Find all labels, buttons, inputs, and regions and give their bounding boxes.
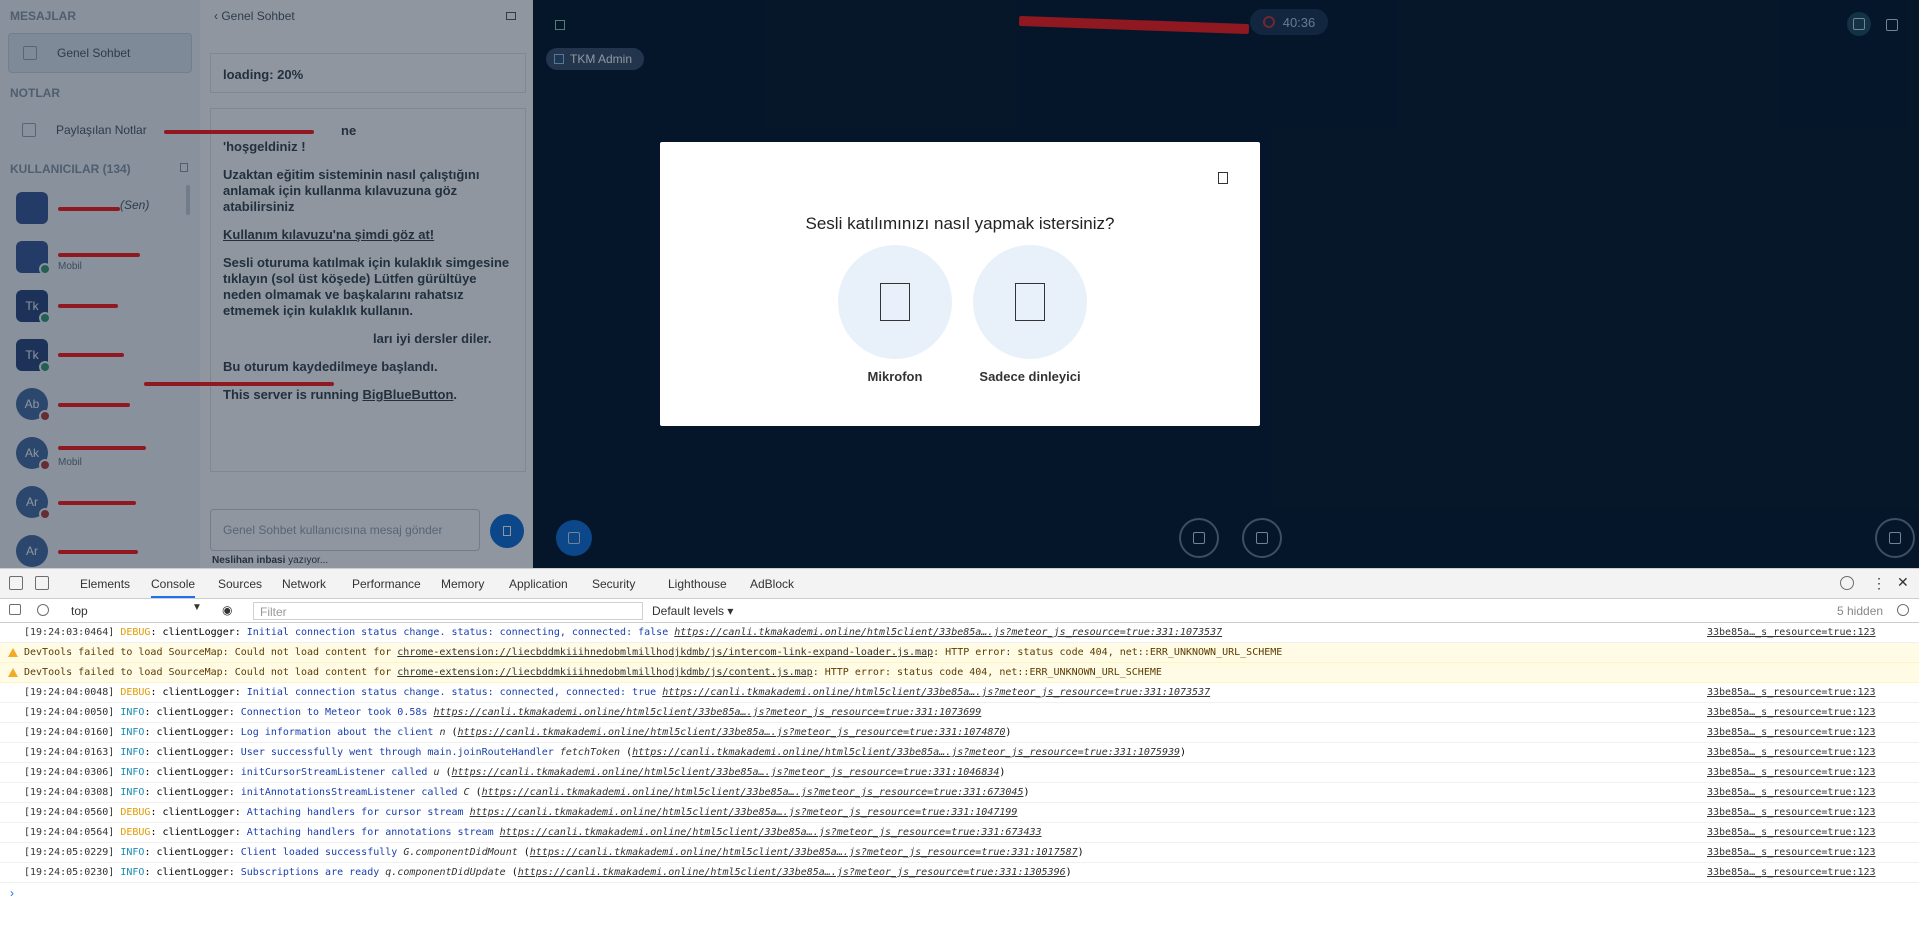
inspect-icon[interactable]: [9, 576, 23, 590]
tab-security[interactable]: Security: [592, 577, 635, 591]
source-url[interactable]: https://canli.tkmakademi.online/html5cli…: [674, 627, 1222, 638]
listen-only-button[interactable]: [973, 245, 1087, 359]
microphone-label: Mikrofon: [867, 369, 923, 384]
modal-overlay: Sesli katılımınızı nasıl yapmak istersin…: [0, 0, 1919, 568]
source-link[interactable]: 33be85a…_s_resource=true:123: [1707, 683, 1876, 702]
chevron-down-icon[interactable]: ▼: [192, 602, 202, 613]
source-url[interactable]: https://canli.tkmakademi.online/html5cli…: [452, 767, 1000, 778]
source-link[interactable]: 33be85a…_s_resource=true:123: [1707, 703, 1876, 722]
source-link[interactable]: 33be85a…_s_resource=true:123: [1707, 763, 1876, 782]
console-log-row: [19:24:04:0050] INFO: clientLogger: Conn…: [0, 703, 1919, 723]
settings-icon[interactable]: [1840, 576, 1854, 590]
source-link[interactable]: 33be85a…_s_resource=true:123: [1707, 623, 1876, 642]
microphone-icon: [880, 283, 910, 321]
source-url[interactable]: https://canli.tkmakademi.online/html5cli…: [662, 687, 1210, 698]
source-url[interactable]: https://canli.tkmakademi.online/html5cli…: [500, 827, 1042, 838]
devtools-tab-bar: Elements Console Sources Network Performance…: [0, 569, 1919, 599]
audio-modal: Sesli katılımınızı nasıl yapmak istersin…: [660, 142, 1260, 426]
tab-lighthouse[interactable]: Lighthouse: [668, 577, 727, 591]
levels-dropdown[interactable]: Default levels ▾: [652, 604, 733, 618]
microphone-option[interactable]: Mikrofon: [825, 245, 965, 384]
source-link[interactable]: 33be85a…_s_resource=true:123: [1707, 803, 1876, 822]
source-link[interactable]: 33be85a…_s_resource=true:123: [1707, 823, 1876, 842]
devtools-panel: Elements Console Sources Network Performance…: [0, 568, 1919, 935]
modal-question: Sesli katılımınızı nasıl yapmak istersin…: [805, 214, 1115, 233]
console-prompt[interactable]: ›: [0, 883, 1919, 903]
console-warning-row: DevTools failed to load SourceMap: Could…: [0, 663, 1919, 683]
console-log-row: [19:24:04:0308] INFO: clientLogger: init…: [0, 783, 1919, 803]
headphone-icon: [1015, 283, 1045, 321]
listen-only-label: Sadece dinleyici: [979, 369, 1081, 384]
tab-application[interactable]: Application: [509, 577, 568, 591]
source-url[interactable]: https://canli.tkmakademi.online/html5cli…: [433, 707, 981, 718]
tab-console[interactable]: Console: [151, 577, 196, 598]
tab-network[interactable]: Network: [282, 577, 326, 591]
eye-icon[interactable]: ◉: [222, 603, 232, 617]
source-url[interactable]: https://canli.tkmakademi.online/html5cli…: [530, 847, 1078, 858]
console-log-row: [19:24:03:0464] DEBUG: clientLogger: Ini…: [0, 623, 1919, 643]
console-log-row: [19:24:05:0229] INFO: clientLogger: Clie…: [0, 843, 1919, 863]
console-output: [19:24:03:0464] DEBUG: clientLogger: Ini…: [0, 623, 1919, 883]
close-icon[interactable]: ✕: [1897, 574, 1909, 591]
console-log-row: [19:24:04:0160] INFO: clientLogger: Log …: [0, 723, 1919, 743]
bbb-app: MESAJLAR Genel Sohbet NOTLAR Paylaşılan …: [0, 0, 1919, 568]
warning-icon: [8, 668, 18, 677]
context-select[interactable]: top: [71, 604, 88, 618]
console-log-row: [19:24:05:0230] INFO: clientLogger: Subs…: [0, 863, 1919, 883]
filter-input[interactable]: Filter: [253, 602, 643, 620]
source-url[interactable]: chrome-extension://liecbddmkiiihnedobmlm…: [397, 647, 933, 658]
source-link[interactable]: 33be85a…_s_resource=true:123: [1707, 783, 1876, 802]
source-link[interactable]: 33be85a…_s_resource=true:123: [1707, 843, 1876, 862]
source-url[interactable]: https://canli.tkmakademi.online/html5cli…: [482, 787, 1024, 798]
clear-console-icon[interactable]: [37, 604, 49, 616]
console-settings-icon[interactable]: [1897, 604, 1909, 616]
close-icon[interactable]: [1218, 172, 1228, 184]
microphone-button[interactable]: [838, 245, 952, 359]
warning-icon: [8, 648, 18, 657]
source-url[interactable]: https://canli.tkmakademi.online/html5cli…: [470, 807, 1018, 818]
source-link[interactable]: 33be85a…_s_resource=true:123: [1707, 723, 1876, 742]
console-toolbar: top ▼ ◉ Filter Default levels ▾ 5 hidden: [0, 599, 1919, 623]
console-warning-row: DevTools failed to load SourceMap: Could…: [0, 643, 1919, 663]
device-toolbar-icon[interactable]: [35, 576, 49, 590]
console-log-row: [19:24:04:0048] DEBUG: clientLogger: Ini…: [0, 683, 1919, 703]
tab-memory[interactable]: Memory: [441, 577, 484, 591]
source-url[interactable]: https://canli.tkmakademi.online/html5cli…: [632, 747, 1180, 758]
tab-elements[interactable]: Elements: [80, 577, 130, 591]
source-url[interactable]: https://canli.tkmakademi.online/html5cli…: [458, 727, 1006, 738]
console-log-row: [19:24:04:0306] INFO: clientLogger: init…: [0, 763, 1919, 783]
more-icon[interactable]: ⋮: [1872, 575, 1886, 592]
source-link[interactable]: 33be85a…_s_resource=true:123: [1707, 743, 1876, 762]
console-log-row: [19:24:04:0163] INFO: clientLogger: User…: [0, 743, 1919, 763]
listen-only-option[interactable]: Sadece dinleyici: [955, 245, 1105, 384]
tab-adblock[interactable]: AdBlock: [750, 577, 794, 591]
tab-sources[interactable]: Sources: [218, 577, 262, 591]
source-url[interactable]: https://canli.tkmakademi.online/html5cli…: [518, 867, 1066, 878]
sidebar-toggle-icon[interactable]: [9, 604, 21, 615]
source-url[interactable]: chrome-extension://liecbddmkiiihnedobmlm…: [397, 667, 812, 678]
hidden-count: 5 hidden: [1837, 604, 1884, 618]
source-link[interactable]: 33be85a…_s_resource=true:123: [1707, 863, 1876, 882]
tab-performance[interactable]: Performance: [352, 577, 421, 591]
console-log-row: [19:24:04:0564] DEBUG: clientLogger: Att…: [0, 823, 1919, 843]
console-log-row: [19:24:04:0560] DEBUG: clientLogger: Att…: [0, 803, 1919, 823]
